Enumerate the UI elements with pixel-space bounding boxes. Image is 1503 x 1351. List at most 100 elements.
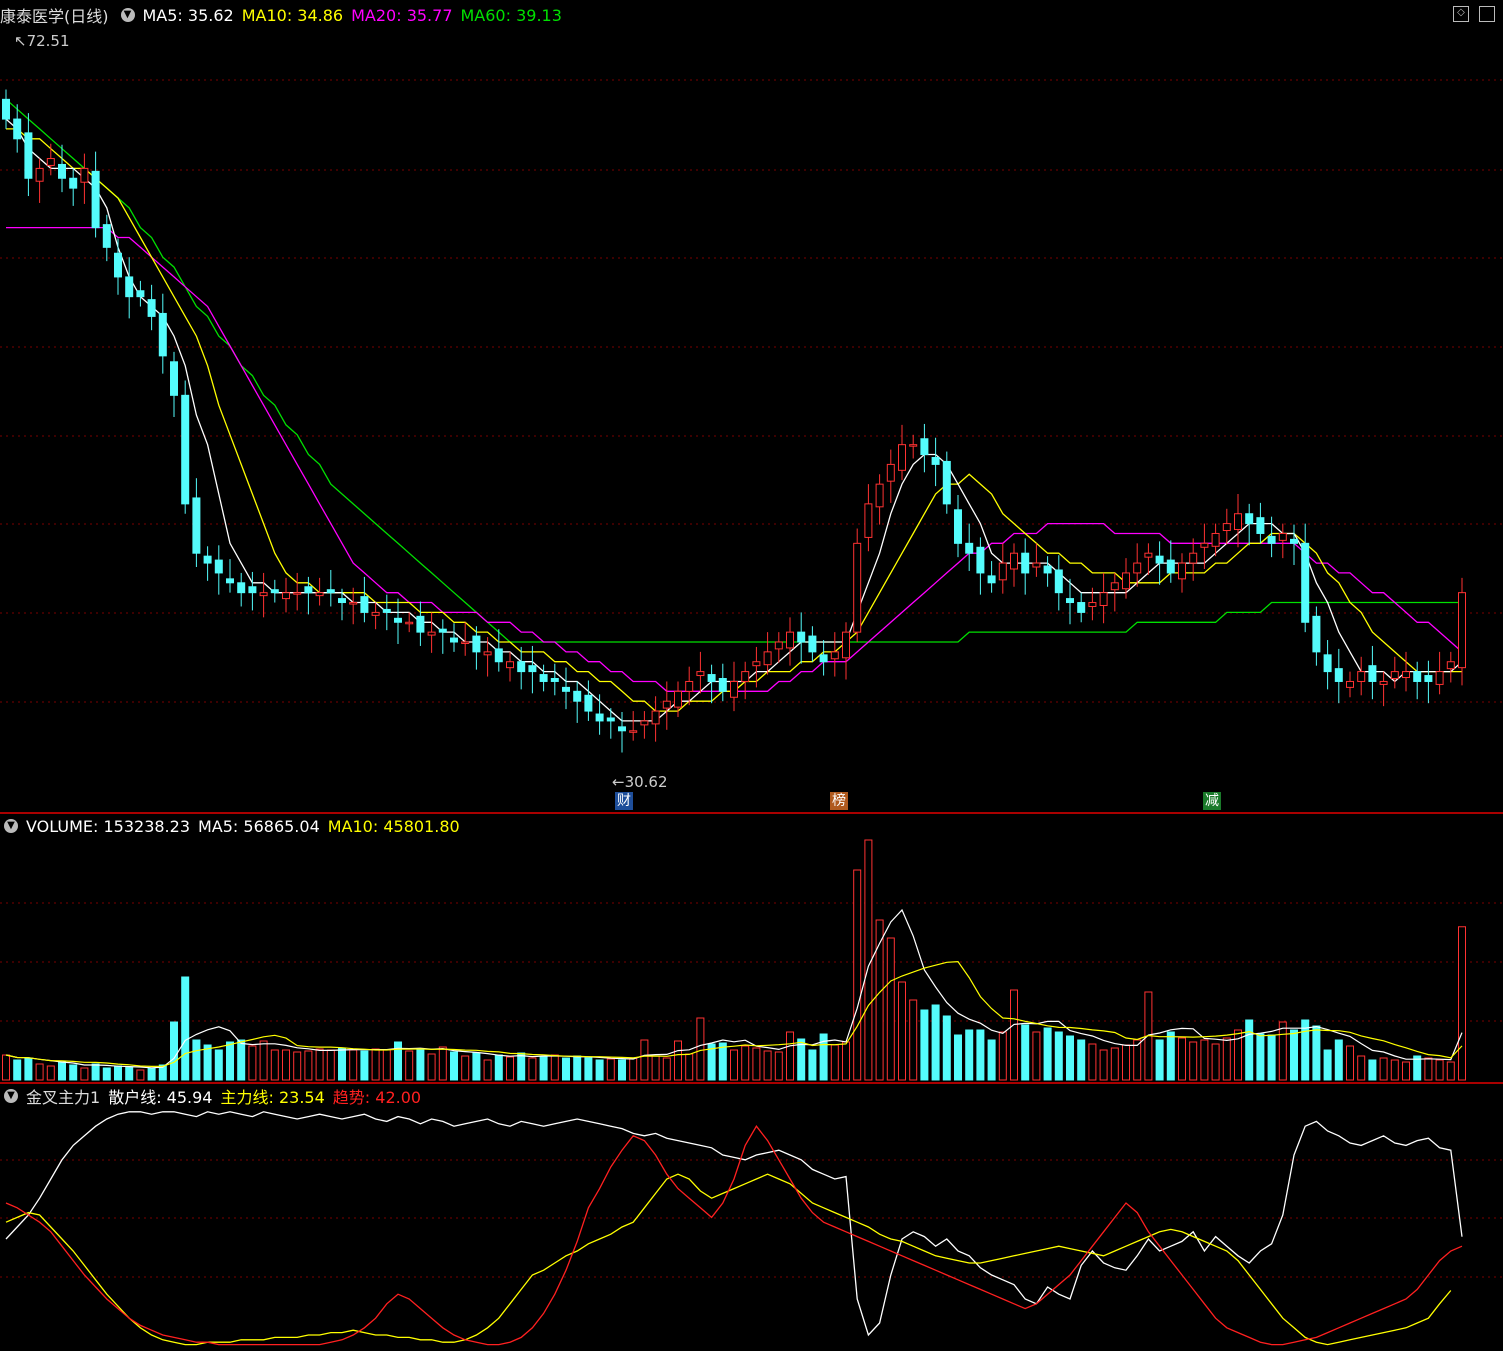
badge-finance[interactable]: 财 xyxy=(615,792,633,810)
volume-bar xyxy=(46,1065,55,1081)
candle-body xyxy=(1424,675,1433,682)
candle-body xyxy=(1178,562,1186,580)
volume-bar xyxy=(1043,1027,1052,1081)
volume-bar xyxy=(808,1049,817,1081)
volume-bar xyxy=(1458,926,1466,1081)
candle-body xyxy=(1368,665,1377,682)
candle-body xyxy=(125,276,134,298)
candle-body xyxy=(931,456,940,465)
chart-canvas xyxy=(0,79,1503,1346)
candle-body xyxy=(1379,680,1388,685)
volume-bar xyxy=(965,1029,974,1081)
candle-body xyxy=(830,651,839,660)
candle-body xyxy=(1189,552,1198,564)
volume-bar xyxy=(1010,989,1018,1081)
volume-bar xyxy=(696,1017,705,1081)
volume-bar xyxy=(1178,1037,1186,1081)
badge-reduce[interactable]: 减 xyxy=(1203,792,1221,810)
candle-body xyxy=(226,578,234,584)
square-icon[interactable] xyxy=(1479,6,1495,22)
volume-bar xyxy=(1379,1057,1388,1081)
volume-bar xyxy=(685,1053,694,1081)
candle-body xyxy=(91,170,100,229)
volume-bar xyxy=(1312,1025,1321,1081)
candle-body xyxy=(1088,602,1097,607)
candle-body xyxy=(483,651,492,656)
candle-body xyxy=(1010,552,1018,570)
volume-bar xyxy=(58,1061,66,1081)
chevron-down-icon[interactable]: ▼ xyxy=(120,8,135,22)
candle-body xyxy=(517,661,526,673)
candle-body xyxy=(595,713,604,722)
trend-value: 趋势: 42.00 xyxy=(332,1088,422,1107)
volume-bar xyxy=(942,1015,951,1081)
volume-bar xyxy=(606,1058,615,1081)
diamond-icon[interactable]: ◇ xyxy=(1453,6,1469,22)
candle-body xyxy=(718,678,727,692)
volume-bar xyxy=(741,1045,750,1081)
volume-bar xyxy=(282,1049,290,1081)
volume-bar xyxy=(1435,1059,1444,1081)
volume-bar xyxy=(674,1040,682,1081)
volume-bar xyxy=(1211,1043,1220,1081)
candle-body xyxy=(1155,555,1164,564)
arrow-icon: ← xyxy=(612,773,625,791)
ma5-value: MA5: 35.62 xyxy=(142,5,234,25)
volume-bar xyxy=(1122,1044,1130,1081)
volume-bar xyxy=(248,1045,257,1081)
candle-body xyxy=(1357,671,1366,682)
ma20-line xyxy=(6,226,1463,692)
candle-body xyxy=(1334,668,1343,682)
volume-bar xyxy=(91,1063,100,1081)
volume-bar xyxy=(998,1031,1007,1081)
candle-body xyxy=(382,608,391,613)
volume-bar xyxy=(830,1044,839,1081)
main-line xyxy=(5,1173,1452,1346)
volume-bar xyxy=(360,1050,369,1081)
candle-body xyxy=(808,635,817,653)
candle-body xyxy=(349,602,358,605)
candle-body xyxy=(282,592,290,600)
volume-ma5: MA5: 56865.04 xyxy=(198,816,320,836)
candle-body xyxy=(438,628,447,633)
candle-body xyxy=(394,617,402,623)
candle-body xyxy=(2,98,10,120)
volume-bar xyxy=(80,1067,89,1081)
ma20-value: MA20: 35.77 xyxy=(351,5,453,25)
volume-bar xyxy=(539,1056,548,1081)
chevron-down-icon[interactable]: ▼ xyxy=(4,1089,18,1103)
candle-body xyxy=(248,586,257,594)
candle-body xyxy=(450,637,458,643)
volume-bar xyxy=(898,981,906,1081)
candle-body xyxy=(192,497,201,554)
volume-bar xyxy=(371,1048,380,1081)
candle-body xyxy=(763,651,772,666)
volume-bar xyxy=(976,1029,985,1081)
volume-bar xyxy=(1402,1061,1410,1081)
candle-body xyxy=(1032,562,1041,568)
volume-bar xyxy=(573,1055,582,1081)
candle-body xyxy=(1267,535,1276,544)
ma10-value: MA10: 34.86 xyxy=(241,5,344,25)
low-marker: ←30.62 xyxy=(612,773,668,791)
candle-body xyxy=(1021,552,1030,574)
indicator-header: ▼ 金叉主力1 散户线: 45.94 主力线: 23.54 趋势: 42.00 xyxy=(0,1085,429,1107)
candle-body xyxy=(147,299,156,317)
candle-body xyxy=(864,503,873,538)
volume-bar xyxy=(114,1065,122,1081)
chevron-down-icon[interactable]: ▼ xyxy=(4,819,18,833)
volume-bar xyxy=(1424,1057,1433,1081)
volume-bar xyxy=(304,1050,313,1081)
volume-bar xyxy=(842,1041,850,1081)
volume-bar xyxy=(1278,1021,1287,1081)
volume-bar xyxy=(1099,1049,1108,1081)
badge-rank[interactable]: 榜 xyxy=(830,792,848,810)
candle-body xyxy=(1301,542,1310,623)
volume-bar xyxy=(35,1063,44,1081)
volume-bar xyxy=(102,1067,111,1081)
volume-ma5-line xyxy=(5,908,1463,1069)
volume-bar xyxy=(886,937,895,1081)
volume-bar xyxy=(1088,1043,1097,1081)
volume-bar xyxy=(192,1039,201,1081)
volume-bar xyxy=(1245,1019,1254,1081)
